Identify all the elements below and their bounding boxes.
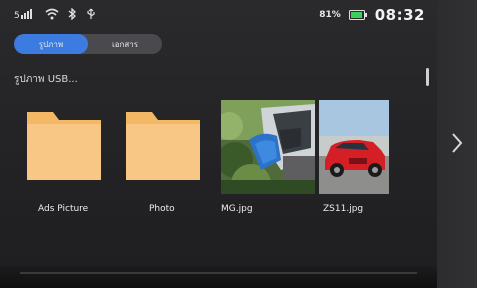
folder-icon bbox=[27, 112, 101, 180]
file-name: ZS11.jpg bbox=[323, 204, 364, 214]
tab-documents[interactable]: เอกสาร bbox=[88, 34, 162, 54]
car-interior-photo-thumbnail bbox=[221, 100, 315, 194]
status-right: 81% 08:32 bbox=[319, 6, 425, 24]
bezel-divider bbox=[20, 272, 417, 274]
status-icons: 5 bbox=[14, 8, 96, 20]
battery-percent: 81% bbox=[319, 10, 341, 20]
tab-pictures-label: รูปภาพ bbox=[38, 39, 64, 49]
chevron-right-icon[interactable] bbox=[445, 128, 469, 158]
screen-bezel bbox=[0, 266, 437, 288]
wifi-icon bbox=[45, 8, 59, 20]
bluetooth-icon bbox=[68, 8, 76, 20]
folder-icon bbox=[126, 112, 200, 180]
signal-icon: 5 bbox=[14, 9, 32, 20]
file-name: MG.jpg bbox=[221, 204, 253, 214]
file-name: Ads Picture bbox=[38, 204, 89, 214]
red-suv-photo-thumbnail bbox=[319, 100, 389, 194]
file-browser-screen: 5 81% 08:32 รูปภาพ เอกสาร รูปภาพ USB... … bbox=[0, 0, 477, 288]
tab-documents-label: เอกสาร bbox=[111, 39, 139, 49]
svg-text:5: 5 bbox=[14, 11, 20, 20]
side-rail bbox=[437, 0, 477, 288]
tab-pictures[interactable]: รูปภาพ bbox=[14, 34, 88, 54]
clock: 08:32 bbox=[374, 6, 425, 24]
usb-icon bbox=[87, 8, 95, 19]
battery-icon bbox=[348, 10, 367, 20]
media-tabs: รูปภาพ เอกสาร bbox=[14, 34, 162, 54]
breadcrumb: รูปภาพ USB... bbox=[14, 74, 78, 85]
scrollbar-thumb[interactable] bbox=[426, 68, 429, 86]
